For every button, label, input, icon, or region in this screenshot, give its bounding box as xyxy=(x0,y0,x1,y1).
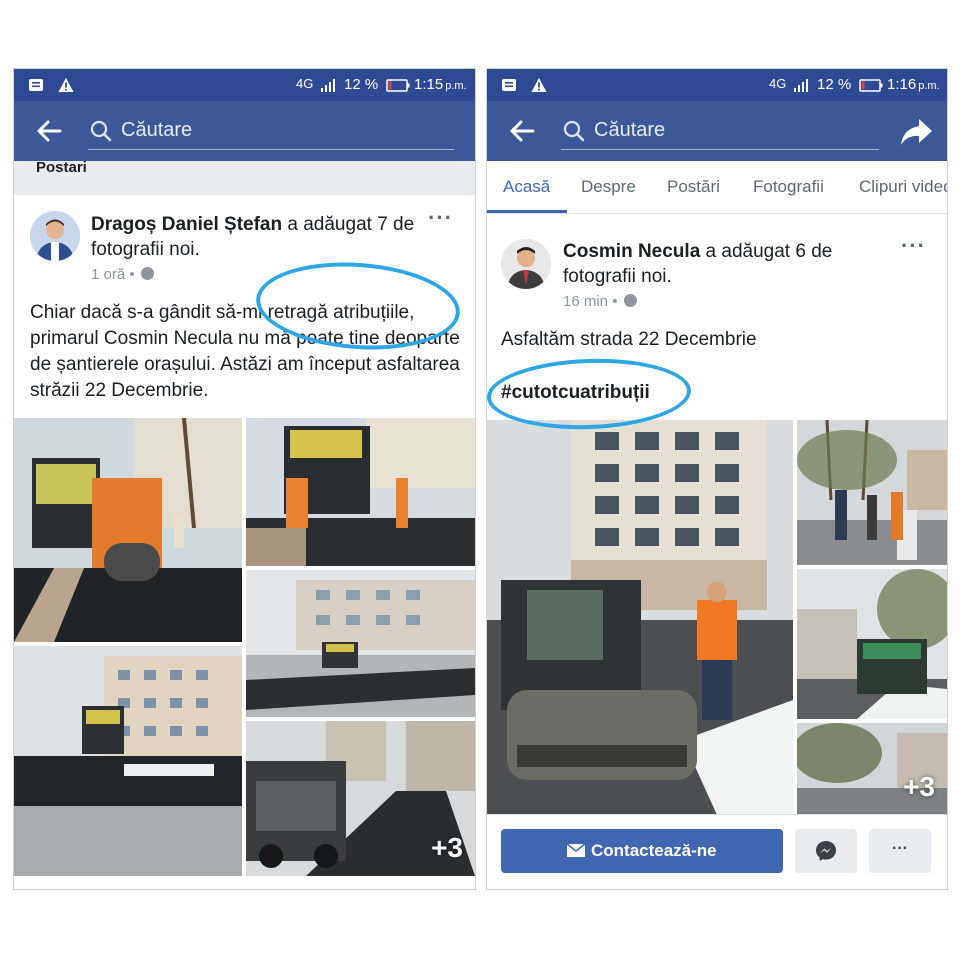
contact-button-label: Contactează-ne xyxy=(591,841,717,860)
tab-home[interactable]: Acasă xyxy=(503,177,550,197)
author-name[interactable]: Cosmin Necula xyxy=(563,241,700,262)
back-arrow-icon[interactable] xyxy=(36,119,62,143)
avatar[interactable] xyxy=(30,211,80,261)
battery-icon xyxy=(859,79,883,92)
post-time[interactable]: 16 min xyxy=(563,293,608,310)
tab-posts[interactable]: Postări xyxy=(667,177,720,197)
section-label: Postari xyxy=(36,159,87,176)
avatar[interactable] xyxy=(501,239,551,289)
network-type: 4G xyxy=(769,76,787,91)
tab-about[interactable]: Despre xyxy=(581,177,636,197)
back-arrow-icon[interactable] xyxy=(509,119,535,143)
globe-icon xyxy=(140,267,154,280)
more-photos-count: +3 xyxy=(431,832,463,863)
share-icon[interactable] xyxy=(899,117,933,147)
signal-icon xyxy=(321,79,335,92)
section-header: Postari xyxy=(14,159,475,195)
post-photo-5[interactable]: +3 xyxy=(246,721,475,876)
battery-icon xyxy=(386,79,410,92)
post-photo-1[interactable] xyxy=(14,418,242,642)
battery-percent: 12 % xyxy=(344,76,379,93)
post-meta: 16 min • xyxy=(563,293,637,310)
post-photo-3[interactable] xyxy=(246,570,475,717)
post-photo-2[interactable] xyxy=(797,420,947,565)
status-bar: 4G 12 % 1:15 p.m. xyxy=(14,69,475,101)
more-options-label: ··· xyxy=(892,840,908,857)
post-photo-4[interactable] xyxy=(14,646,242,876)
search-input[interactable]: Căutare xyxy=(561,111,879,150)
post-card: Cosmin Necula a adăugat 6 de fotografii … xyxy=(487,221,947,815)
post-photo-1[interactable] xyxy=(487,420,793,815)
page-tabs: Acasă Despre Postări Fotografii Clipuri … xyxy=(487,161,947,214)
mail-icon xyxy=(567,844,585,857)
post-menu-button[interactable]: ··· xyxy=(901,233,926,259)
tab-photos[interactable]: Fotografii xyxy=(753,177,824,197)
search-input[interactable]: Căutare xyxy=(88,111,454,150)
battery-percent: 12 % xyxy=(817,76,852,93)
left-phone-screenshot: 4G 12 % 1:15 p.m. Căutare Postari Dragoș … xyxy=(13,68,476,890)
post-photo-3[interactable] xyxy=(797,569,947,719)
post-time[interactable]: 1 oră xyxy=(91,266,125,283)
post-text: Asfaltăm strada 22 Decembrie xyxy=(501,329,757,350)
globe-icon xyxy=(623,294,637,307)
contact-button[interactable]: Contactează-ne xyxy=(501,829,783,873)
status-bar: 4G 12 % 1:16 p.m. xyxy=(487,69,947,101)
clock: 1:15 p.m. xyxy=(414,76,467,93)
post-photo-4[interactable]: +3 xyxy=(797,723,947,815)
more-options-button[interactable]: ··· xyxy=(869,829,931,873)
active-tab-indicator xyxy=(487,210,567,213)
post-header: Cosmin Necula a adăugat 6 de fotografii … xyxy=(563,239,893,289)
warning-icon xyxy=(58,78,74,92)
search-icon xyxy=(563,120,585,142)
search-icon xyxy=(90,120,112,142)
search-placeholder: Căutare xyxy=(594,119,666,141)
page-action-bar: Contactează-ne ··· xyxy=(487,814,947,889)
post-menu-button[interactable]: ··· xyxy=(428,205,453,231)
clock: 1:16 p.m. xyxy=(887,76,940,93)
messenger-icon xyxy=(816,841,836,861)
network-type: 4G xyxy=(296,76,314,91)
app-header: Căutare xyxy=(487,101,947,161)
author-name[interactable]: Dragoș Daniel Ștefan xyxy=(91,214,282,235)
more-photos-count: +3 xyxy=(903,771,935,802)
messenger-button[interactable] xyxy=(795,829,857,873)
post-header: Dragoș Daniel Ștefan a adăugat 7 de foto… xyxy=(91,212,421,262)
warning-icon xyxy=(531,78,547,92)
post-photo-2[interactable] xyxy=(246,418,475,566)
signal-icon xyxy=(794,79,808,92)
search-placeholder: Căutare xyxy=(121,119,193,141)
notification-icon xyxy=(502,79,516,91)
app-header: Căutare xyxy=(14,101,475,161)
notification-icon xyxy=(29,79,43,91)
post-meta: 1 oră • xyxy=(91,266,154,283)
right-phone-screenshot: 4G 12 % 1:16 p.m. Căutare Acasă Despre Po… xyxy=(486,68,948,890)
tab-videos[interactable]: Clipuri video xyxy=(859,177,947,197)
